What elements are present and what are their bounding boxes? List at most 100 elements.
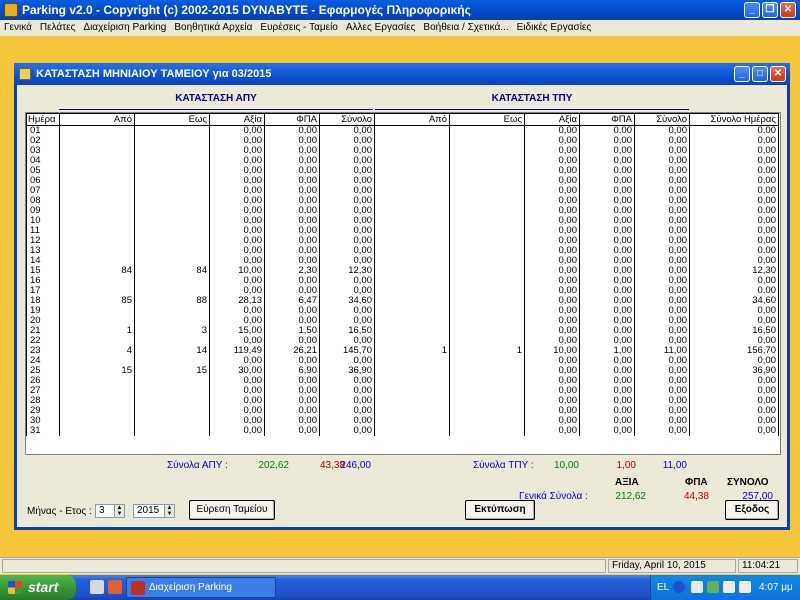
menu-item-4[interactable]: Ευρέσεις - Ταμείο bbox=[260, 20, 337, 36]
column-header: Σύνολο bbox=[319, 113, 375, 126]
table-cell bbox=[134, 226, 210, 236]
table-row[interactable]: 14 0,00 0,00 0,00 0,00 0,00 0,00 0,00 bbox=[26, 256, 779, 266]
table-cell bbox=[374, 336, 450, 346]
table-row[interactable]: 02 0,00 0,00 0,00 0,00 0,00 0,00 0,00 bbox=[26, 136, 779, 146]
grand-total-value: 212,62 bbox=[615, 491, 646, 502]
table-cell bbox=[134, 386, 210, 396]
restore-button[interactable]: ❐ bbox=[762, 2, 778, 18]
table-row[interactable]: 13 0,00 0,00 0,00 0,00 0,00 0,00 0,00 bbox=[26, 246, 779, 256]
table-row[interactable]: 15 84 84 10,00 2,30 12,30 0,00 0,00 0,00 12,30 bbox=[26, 266, 779, 276]
menu-item-1[interactable]: Πελάτες bbox=[40, 20, 76, 36]
monthly-table[interactable]: Ημέρα Από Εως Αξία ΦΠΑ Σύνολο Από Εως Αξία ΦΠΑ Σύν… bbox=[25, 112, 781, 455]
show-desktop-icon[interactable] bbox=[90, 580, 104, 594]
table-row[interactable]: 01 0,00 0,00 0,00 0,00 0,00 0,00 0,00 bbox=[26, 125, 779, 136]
tray-icon-1[interactable] bbox=[673, 581, 685, 593]
dialog-close-button[interactable]: ✕ bbox=[770, 66, 786, 82]
column-header: Σύνολο bbox=[634, 113, 690, 126]
table-row[interactable]: 16 0,00 0,00 0,00 0,00 0,00 0,00 0,00 bbox=[26, 276, 779, 286]
dialog-minimize-button[interactable]: _ bbox=[734, 66, 750, 82]
tray-icon-2[interactable] bbox=[691, 581, 703, 593]
table-row[interactable]: 03 0,00 0,00 0,00 0,00 0,00 0,00 0,00 bbox=[26, 146, 779, 156]
find-cash-button[interactable]: Εύρεση Ταμείου bbox=[189, 500, 275, 520]
table-cell bbox=[374, 216, 450, 226]
table-cell bbox=[449, 136, 525, 146]
table-cell: 84 bbox=[134, 266, 210, 276]
table-row[interactable]: 30 0,00 0,00 0,00 0,00 0,00 0,00 0,00 bbox=[26, 416, 779, 426]
menu-item-2[interactable]: Διαχείριση Parking bbox=[83, 20, 166, 36]
menu-item-0[interactable]: Γενικά bbox=[4, 20, 32, 36]
table-cell bbox=[374, 206, 450, 216]
table-cell: 0,00 bbox=[689, 426, 779, 436]
table-row[interactable]: 07 0,00 0,00 0,00 0,00 0,00 0,00 0,00 bbox=[26, 186, 779, 196]
taskbar-item-parking[interactable]: Διαχείριση Parking bbox=[126, 577, 276, 598]
table-row[interactable]: 20 0,00 0,00 0,00 0,00 0,00 0,00 0,00 bbox=[26, 316, 779, 326]
table-row[interactable]: 29 0,00 0,00 0,00 0,00 0,00 0,00 0,00 bbox=[26, 406, 779, 416]
table-cell bbox=[449, 196, 525, 206]
column-header: Σύνολο Ημέρας bbox=[689, 113, 779, 126]
table-cell bbox=[59, 426, 135, 436]
apy-total-sum: 246,00 bbox=[340, 460, 371, 471]
month-spinner[interactable]: 3 ▲ ▼ bbox=[95, 504, 125, 518]
table-row[interactable]: 18 85 88 28,13 6,47 34,60 0,00 0,00 0,00 34,60 bbox=[26, 296, 779, 306]
table-cell bbox=[374, 356, 450, 366]
tpy-total-value: 10,00 bbox=[553, 460, 579, 471]
print-button[interactable]: Εκτύπωση bbox=[465, 500, 535, 520]
table-row[interactable]: 12 0,00 0,00 0,00 0,00 0,00 0,00 0,00 bbox=[26, 236, 779, 246]
table-cell: 0,00 bbox=[319, 426, 375, 436]
close-button[interactable]: ✕ bbox=[780, 2, 796, 18]
quicklaunch-icon[interactable] bbox=[108, 580, 122, 594]
table-row[interactable]: 27 0,00 0,00 0,00 0,00 0,00 0,00 0,00 bbox=[26, 386, 779, 396]
grand-total-vat: 44,38 bbox=[683, 491, 709, 502]
table-row[interactable]: 09 0,00 0,00 0,00 0,00 0,00 0,00 0,00 bbox=[26, 206, 779, 216]
minimize-button[interactable]: _ bbox=[744, 2, 760, 18]
table-row[interactable]: 26 0,00 0,00 0,00 0,00 0,00 0,00 0,00 bbox=[26, 376, 779, 386]
table-cell bbox=[134, 136, 210, 146]
table-cell: 14 bbox=[134, 346, 210, 356]
table-row[interactable]: 21 1 3 15,00 1,50 16,50 0,00 0,00 0,00 16,50 bbox=[26, 326, 779, 336]
table-row[interactable]: 31 0,00 0,00 0,00 0,00 0,00 0,00 0,00 bbox=[26, 426, 779, 436]
table-cell bbox=[449, 176, 525, 186]
table-cell bbox=[59, 146, 135, 156]
table-cell bbox=[134, 376, 210, 386]
table-cell bbox=[59, 316, 135, 326]
network-icon[interactable] bbox=[739, 581, 751, 593]
table-row[interactable]: 08 0,00 0,00 0,00 0,00 0,00 0,00 0,00 bbox=[26, 196, 779, 206]
table-row[interactable]: 10 0,00 0,00 0,00 0,00 0,00 0,00 0,00 bbox=[26, 216, 779, 226]
menu-item-7[interactable]: Ειδικές Εργασίες bbox=[517, 20, 592, 36]
table-cell bbox=[59, 226, 135, 236]
table-row[interactable]: 19 0,00 0,00 0,00 0,00 0,00 0,00 0,00 bbox=[26, 306, 779, 316]
year-spinner[interactable]: 2015 ▲ ▼ bbox=[133, 504, 175, 518]
start-button[interactable]: start bbox=[0, 575, 76, 600]
table-cell bbox=[374, 296, 450, 306]
table-row[interactable]: 23 4 14 119,49 26,21 145,70 1 1 10,00 1,00 11,00 15… bbox=[26, 346, 779, 356]
table-row[interactable]: 04 0,00 0,00 0,00 0,00 0,00 0,00 0,00 bbox=[26, 156, 779, 166]
table-row[interactable]: 25 15 15 30,00 6,90 36,90 0,00 0,00 0,00 36,90 bbox=[26, 366, 779, 376]
table-row[interactable]: 11 0,00 0,00 0,00 0,00 0,00 0,00 0,00 bbox=[26, 226, 779, 236]
table-row[interactable]: 06 0,00 0,00 0,00 0,00 0,00 0,00 0,00 bbox=[26, 176, 779, 186]
start-label: start bbox=[28, 579, 59, 595]
menu-item-6[interactable]: Βοήθεια / Σχετικά... bbox=[423, 20, 508, 36]
status-date: Friday, April 10, 2015 bbox=[608, 559, 736, 573]
language-indicator[interactable]: EL bbox=[657, 575, 669, 600]
dialog-title-bar: ΚΑΤΑΣΤΑΣΗ ΜΗΝΙΑΙΟΥ ΤΑΜΕΙΟΥ για 03/2015 _… bbox=[14, 63, 790, 85]
table-cell bbox=[374, 156, 450, 166]
table-cell bbox=[449, 376, 525, 386]
dialog-maximize-button[interactable]: □ bbox=[752, 66, 768, 82]
volume-icon[interactable] bbox=[723, 581, 735, 593]
exit-button[interactable]: Εξοδος bbox=[725, 500, 779, 520]
table-row[interactable]: 05 0,00 0,00 0,00 0,00 0,00 0,00 0,00 bbox=[26, 166, 779, 176]
tray-icon-3[interactable] bbox=[707, 581, 719, 593]
menu-item-3[interactable]: Βοηθητικά Αρχεία bbox=[174, 20, 252, 36]
table-cell bbox=[449, 406, 525, 416]
table-cell bbox=[59, 216, 135, 226]
month-spin-arrows[interactable]: ▲ ▼ bbox=[114, 505, 124, 517]
year-spin-arrows[interactable]: ▲ ▼ bbox=[164, 505, 174, 517]
menu-bar: Γενικά Πελάτες Διαχείριση Parking Βοηθητικά… bbox=[0, 20, 800, 36]
table-row[interactable]: 17 0,00 0,00 0,00 0,00 0,00 0,00 0,00 bbox=[26, 286, 779, 296]
menu-item-5[interactable]: Αλλες Εργασίες bbox=[346, 20, 416, 36]
table-cell: 85 bbox=[59, 296, 135, 306]
table-row[interactable]: 28 0,00 0,00 0,00 0,00 0,00 0,00 0,00 bbox=[26, 396, 779, 406]
table-cell bbox=[449, 336, 525, 346]
table-row[interactable]: 24 0,00 0,00 0,00 0,00 0,00 0,00 0,00 bbox=[26, 356, 779, 366]
table-cell bbox=[449, 146, 525, 156]
